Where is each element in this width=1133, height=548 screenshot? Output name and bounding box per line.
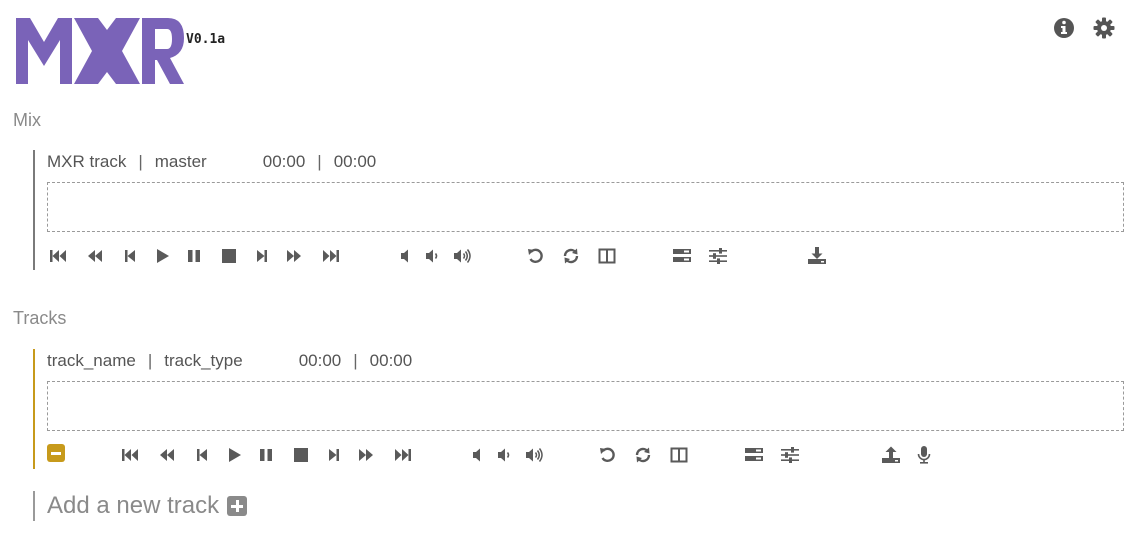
track-name: MXR track: [47, 152, 127, 171]
volume-up-icon[interactable]: [452, 246, 474, 266]
undo-icon[interactable]: [597, 445, 619, 465]
volume-mute-icon[interactable]: [395, 246, 417, 266]
skip-to-end-icon[interactable]: [392, 445, 414, 465]
undo-icon[interactable]: [525, 246, 547, 266]
waveform[interactable]: [47, 182, 1124, 232]
remove-track-button[interactable]: [47, 444, 65, 462]
play-icon[interactable]: [151, 246, 173, 266]
volume-mute-icon[interactable]: [467, 445, 489, 465]
upload-icon[interactable]: [880, 445, 902, 465]
volume-down-icon[interactable]: [422, 246, 444, 266]
loop-icon[interactable]: [560, 246, 582, 266]
step-backward-icon[interactable]: [191, 445, 213, 465]
current-time: 00:00: [298, 351, 342, 370]
add-track-label: Add a new track: [47, 492, 220, 519]
mix-section-title: Mix: [13, 110, 41, 130]
play-icon[interactable]: [223, 445, 245, 465]
master-controls: [47, 242, 1124, 270]
tracks-section-title: Tracks: [13, 308, 67, 328]
duration: 00:00: [369, 351, 413, 370]
duration: 00:00: [333, 152, 377, 171]
loop-icon[interactable]: [632, 445, 654, 465]
tracks-icon[interactable]: [743, 445, 765, 465]
track-item: track_name | track_type 00:00 | 00:00: [33, 349, 1124, 469]
track-name: track_name: [47, 351, 136, 370]
plus-icon: [227, 496, 248, 516]
tracks-icon[interactable]: [671, 246, 693, 266]
pause-icon[interactable]: [183, 246, 205, 266]
track-header: track_name | track_type 00:00 | 00:00: [47, 349, 1124, 373]
pause-icon[interactable]: [255, 445, 277, 465]
track-controls: [47, 441, 1124, 469]
separator: |: [353, 351, 358, 370]
fast-backward-icon[interactable]: [84, 246, 106, 266]
split-view-icon[interactable]: [596, 246, 618, 266]
microphone-icon[interactable]: [913, 445, 935, 465]
version-label: V0.1a: [186, 32, 226, 47]
skip-to-start-icon[interactable]: [47, 246, 69, 266]
sliders-icon[interactable]: [779, 445, 801, 465]
track-type: track_type: [164, 351, 243, 370]
gear-icon[interactable]: [1093, 17, 1115, 39]
add-track-button[interactable]: Add a new track: [33, 491, 248, 521]
step-backward-icon[interactable]: [119, 246, 141, 266]
separator: |: [138, 152, 143, 171]
fast-forward-icon[interactable]: [283, 246, 305, 266]
info-icon[interactable]: [1053, 17, 1075, 39]
volume-down-icon[interactable]: [494, 445, 516, 465]
fast-backward-icon[interactable]: [156, 445, 178, 465]
mxr-logo: [16, 18, 184, 89]
split-view-icon[interactable]: [668, 445, 690, 465]
waveform[interactable]: [47, 381, 1124, 431]
track-header: MXR track | master 00:00 | 00:00: [47, 150, 1124, 174]
mxr-logo-graphic: [16, 18, 184, 84]
skip-to-start-icon[interactable]: [119, 445, 141, 465]
separator: |: [317, 152, 322, 171]
step-forward-icon[interactable]: [323, 445, 345, 465]
stop-icon[interactable]: [218, 246, 240, 266]
skip-to-end-icon[interactable]: [320, 246, 342, 266]
master-track: MXR track | master 00:00 | 00:00: [33, 150, 1124, 270]
stop-icon[interactable]: [290, 445, 312, 465]
separator: |: [147, 351, 153, 370]
sliders-icon[interactable]: [707, 246, 729, 266]
download-icon[interactable]: [806, 246, 828, 266]
header-icons: [1053, 17, 1115, 39]
step-forward-icon[interactable]: [251, 246, 273, 266]
track-type: master: [154, 152, 207, 171]
volume-up-icon[interactable]: [524, 445, 546, 465]
fast-forward-icon[interactable]: [355, 445, 377, 465]
current-time: 00:00: [262, 152, 306, 171]
